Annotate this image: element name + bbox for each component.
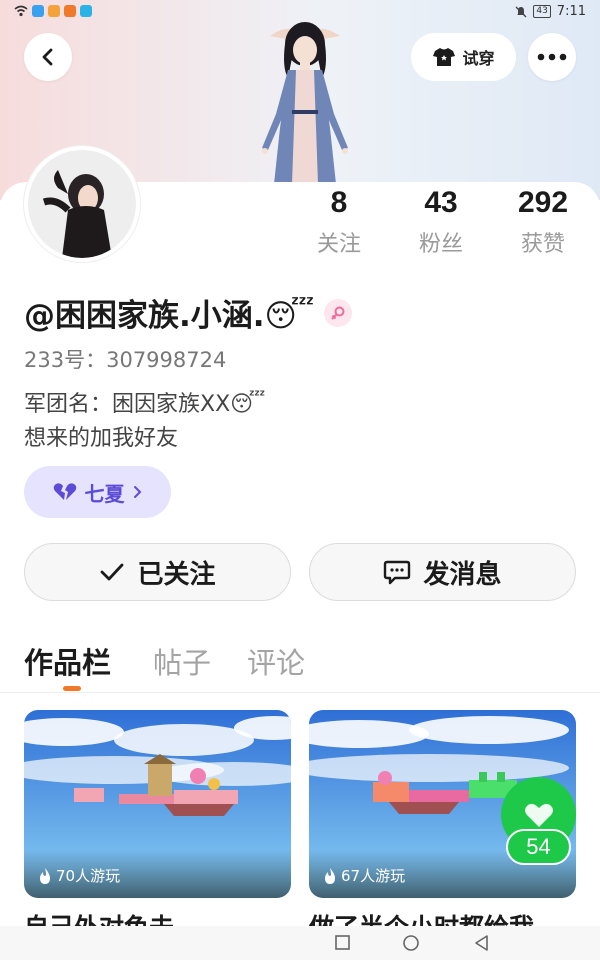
avatar[interactable] [24, 146, 140, 262]
heart-icon [524, 803, 553, 827]
likes-label: 获赞 [520, 232, 565, 257]
tab-comments[interactable]: 评论 [247, 640, 305, 682]
status-time: 7:11 [556, 4, 586, 19]
app-notification-icon [32, 5, 44, 17]
female-gender-icon [324, 298, 353, 327]
try-on-button[interactable]: 试穿 [411, 33, 516, 81]
user-id: 233号：307998724 [24, 344, 226, 374]
wifi-icon [14, 5, 28, 17]
play-count: 70人游玩 [38, 865, 120, 886]
profile-bio: 军团名：困因家族XX😴 想来的加我好友 [24, 388, 265, 456]
like-count: 54 [506, 829, 571, 865]
bio-line: 军团名：困因家族XX😴 [24, 392, 266, 417]
flame-icon [325, 867, 335, 884]
back-button[interactable] [24, 33, 72, 81]
followers-label: 粉丝 [418, 232, 463, 257]
app-notification-icon [80, 5, 92, 17]
tab-works[interactable]: 作品栏 [24, 640, 111, 682]
status-icons-right: 43 7:11 [515, 4, 586, 19]
team-chip[interactable]: 七夏 [24, 466, 171, 518]
following-button[interactable]: 已关注 [24, 543, 291, 601]
likes-count: 292 [517, 186, 569, 219]
send-message-button[interactable]: 发消息 [309, 543, 576, 601]
status-icons-left [14, 5, 92, 17]
avatar-image [28, 150, 136, 258]
followers-stat[interactable]: 43 粉丝 [396, 186, 486, 258]
likes-stat[interactable]: 292 获赞 [498, 186, 588, 258]
system-nav-bar [0, 926, 600, 960]
profile-stats: 8 关注 43 粉丝 292 获赞 [300, 186, 590, 266]
following-button-label: 已关注 [137, 559, 216, 590]
chevron-left-icon [42, 48, 53, 66]
play-count: 67人游玩 [323, 865, 405, 886]
tshirt-icon [433, 48, 456, 66]
bio-line: 想来的加我好友 [24, 426, 179, 451]
user-id-label: 233号： [24, 348, 107, 372]
character-figure [262, 22, 348, 184]
following-stat[interactable]: 8 关注 [294, 186, 384, 258]
check-icon [101, 563, 124, 581]
mute-icon [515, 6, 527, 17]
following-label: 关注 [316, 232, 361, 257]
home-icon[interactable] [402, 934, 420, 952]
following-count: 8 [330, 186, 348, 219]
flame-icon [40, 867, 50, 884]
chat-bubble-icon [384, 560, 411, 585]
more-dots-icon [537, 53, 567, 61]
user-id-value: 307998724 [106, 348, 227, 372]
back-nav-icon[interactable] [473, 934, 491, 952]
work-card[interactable]: 70人游玩 [24, 710, 291, 898]
play-count-text: 70人游玩 [56, 867, 121, 885]
active-tab-indicator [63, 686, 81, 691]
play-count-text: 67人游玩 [341, 867, 406, 885]
broken-heart-icon [53, 483, 76, 500]
recents-icon[interactable] [334, 934, 352, 952]
username-text: @困困家族.小涵.😴 [24, 298, 315, 334]
like-button[interactable]: 54 [501, 777, 576, 867]
battery-icon: 43 [533, 5, 551, 18]
tab-posts[interactable]: 帖子 [153, 640, 211, 682]
team-chip-label: 七夏 [84, 481, 125, 506]
profile-username: @困困家族.小涵.😴 [24, 290, 353, 335]
app-notification-icon [48, 5, 60, 17]
followers-count: 43 [424, 186, 458, 219]
send-message-label: 发消息 [423, 559, 502, 590]
tabs-divider [0, 692, 600, 693]
try-on-label: 试穿 [462, 49, 495, 68]
app-notification-icon [64, 5, 76, 17]
more-button[interactable] [528, 33, 576, 81]
chevron-right-icon [133, 486, 141, 498]
